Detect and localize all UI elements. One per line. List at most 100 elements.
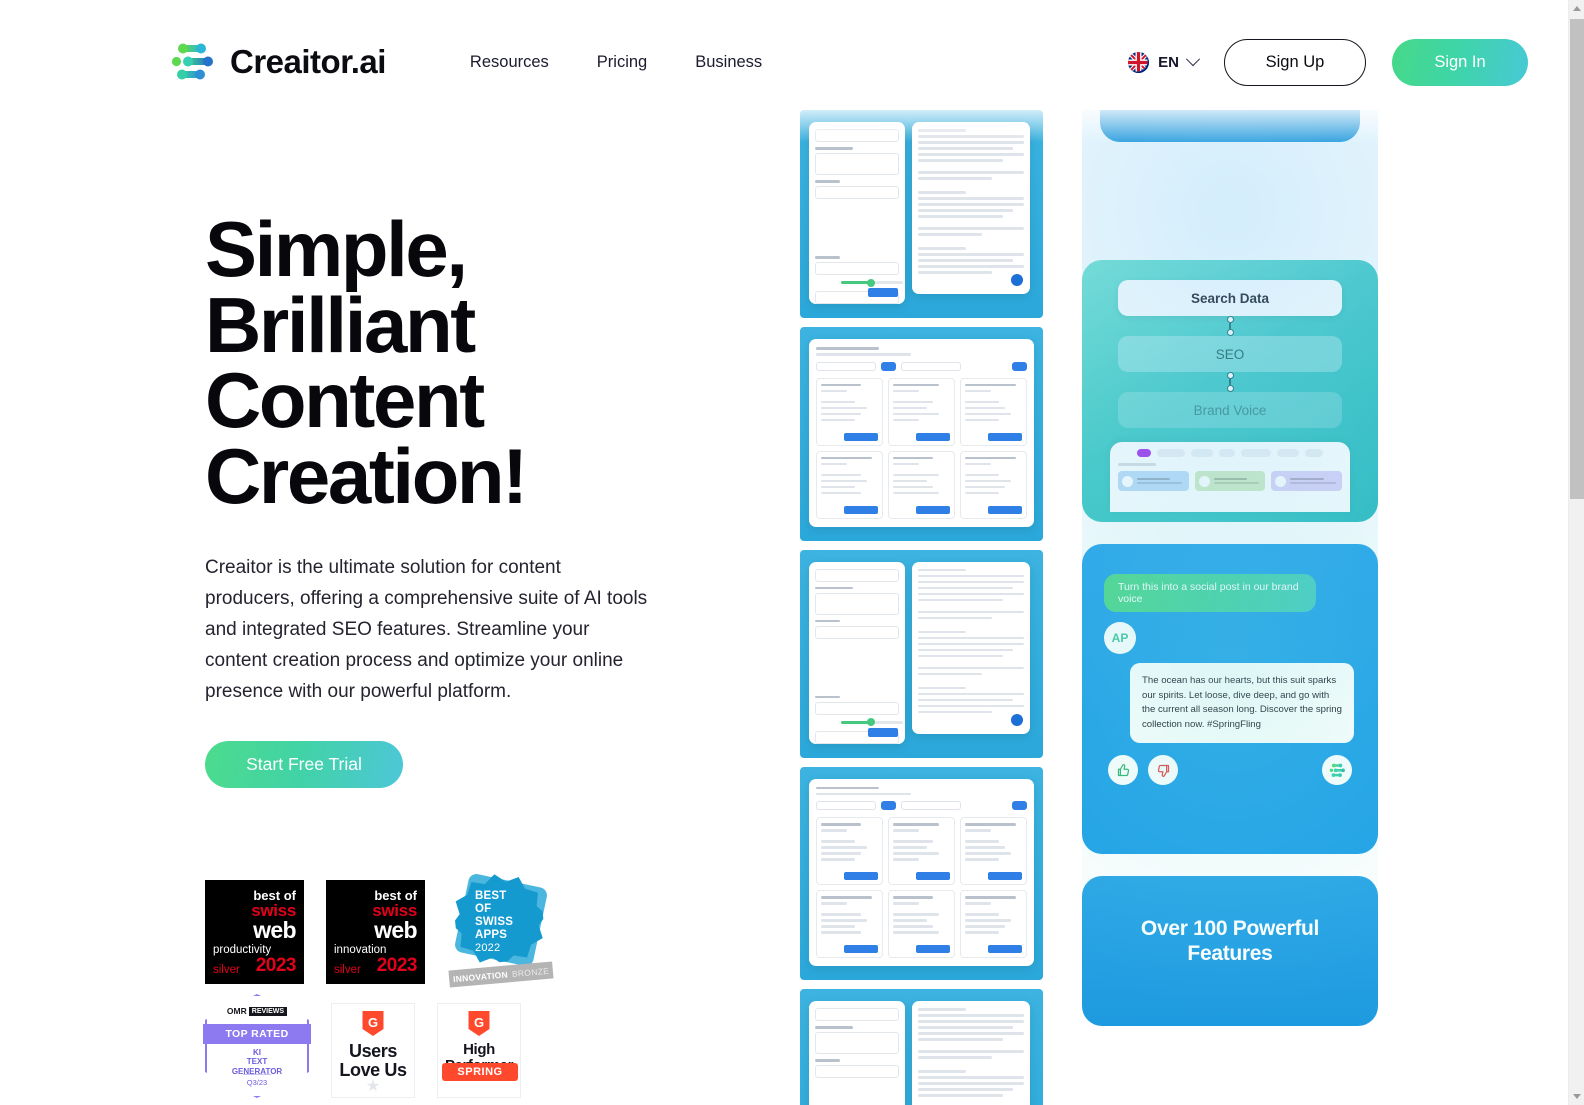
pipeline-step-seo: SEO [1118, 336, 1342, 372]
omr-brand-lockup: OMR REVIEWS [205, 1006, 309, 1016]
product-screenshot-column [800, 110, 1045, 1105]
omr-top-rated-banner: TOP RATED [203, 1024, 311, 1044]
thumbs-down-icon[interactable] [1148, 755, 1178, 786]
sign-up-button[interactable]: Sign Up [1224, 38, 1366, 86]
omr-category: KI TEXT GENERATOR [205, 1048, 309, 1076]
editor-settings-panel [809, 122, 905, 304]
product-screenshot-editor-1 [800, 110, 1043, 318]
chevron-down-icon [1185, 52, 1201, 67]
editor-document-panel [912, 1001, 1030, 1105]
award-web-label: web [374, 917, 418, 943]
editor-settings-panel [809, 561, 905, 744]
feature-card-seo-pipeline: Search Data SEO Brand Voice [1082, 260, 1378, 522]
headline-line-1: Simple, [205, 205, 468, 293]
g2-shield-icon: G [362, 1011, 384, 1036]
chat-prompt-text: Turn this into a social post in our bran… [1118, 581, 1299, 605]
header-actions: EN Sign Up Sign In [1128, 38, 1528, 86]
award-ribbon-main: INNOVATION [452, 968, 509, 984]
nav-item-business[interactable]: Business [695, 53, 762, 72]
page-title: Simple, Brilliant Content Creation! [205, 205, 725, 520]
page-scrollbar[interactable] [1568, 0, 1584, 1105]
language-label: EN [1158, 53, 1179, 71]
scroll-down-arrow-icon[interactable] [1569, 1088, 1584, 1105]
omr-category-line-2: TEXT [246, 1057, 268, 1067]
sign-in-button[interactable]: Sign In [1392, 38, 1528, 86]
chat-response-text: The ocean has our hearts, but this suit … [1142, 675, 1342, 730]
avatar: AP [1104, 622, 1136, 654]
omr-brand-label: OMR [226, 1006, 247, 1016]
award-web-label: web [253, 917, 297, 943]
award-omr-reviews-top-rated: OMR REVIEWS TOP RATED KI TEXT GENERATOR … [203, 994, 311, 1098]
feature-card-features-count: Over 100 Powerful Features [1082, 876, 1378, 1026]
award-best-of-swiss-apps: BEST OF SWISS APPS 2022 INNOVATION BRONZ… [447, 872, 554, 988]
pipeline-step-label: Search Data [1190, 290, 1270, 306]
pipeline-step-brand-voice: Brand Voice [1118, 392, 1342, 428]
award-line-4: APPS [475, 928, 508, 941]
hero-section: Simple, Brilliant Content Creation! Crea… [205, 205, 725, 789]
scroll-up-arrow-icon[interactable] [1569, 0, 1584, 17]
award-g2-high-performer: G High Performer SPRING [437, 1003, 521, 1098]
g2-title: Users Love Us [339, 1041, 407, 1080]
award-line-1: BEST [475, 890, 507, 902]
g2-shield-icon: G [468, 1011, 490, 1036]
category-tile-blue [1118, 471, 1189, 491]
omr-reviews-label: REVIEWS [248, 1006, 288, 1016]
awards-row-2: OMR REVIEWS TOP RATED KI TEXT GENERATOR … [203, 994, 551, 1098]
feature-card-title: Over 100 Powerful Features [1140, 917, 1320, 966]
g2-star-icon: ★ [365, 1078, 381, 1095]
feature-cards-column: Search Data SEO Brand Voice Turn this in… [1082, 110, 1378, 1105]
award-year: 2023 [376, 955, 418, 977]
award-rank: silver [334, 963, 361, 976]
nav-item-resources[interactable]: Resources [470, 53, 549, 72]
brand-logo[interactable]: Creaitor.ai [170, 39, 386, 85]
page-viewport: Creaitor.ai Resources Pricing Business E… [0, 0, 1568, 1105]
start-free-trial-button[interactable]: Start Free Trial [205, 741, 403, 789]
creaitor-node-logo-icon [170, 39, 216, 85]
category-tile-purple [1271, 471, 1343, 491]
award-ribbon: INNOVATION BRONZE [448, 961, 554, 988]
avatar-initials: AP [1111, 631, 1129, 645]
g2-mark-letter: G [367, 1014, 379, 1030]
category-panel [1110, 442, 1350, 512]
nav-item-pricing[interactable]: Pricing [597, 53, 647, 72]
pipeline-step-label: Brand Voice [1193, 402, 1267, 418]
scrollbar-thumb[interactable] [1570, 19, 1584, 499]
g2-season-label: SPRING [457, 1066, 503, 1078]
keyword-research-panel [809, 339, 1034, 527]
category-tabs [1118, 449, 1342, 457]
main-navigation: Resources Pricing Business [470, 53, 762, 72]
chat-prompt-bubble: Turn this into a social post in our bran… [1104, 574, 1316, 612]
pipeline-step-label: SEO [1215, 346, 1245, 362]
language-selector[interactable]: EN [1128, 51, 1201, 73]
headline-line-4: Creation! [205, 431, 528, 520]
headline-line-2: Brilliant [205, 280, 476, 369]
award-rank: silver [213, 963, 240, 976]
award-best-of-swiss-web-productivity: best of swiss web productivity silver 20… [205, 880, 304, 984]
pipeline-step-search-data: Search Data [1118, 280, 1342, 316]
g2-season-band: SPRING [442, 1063, 518, 1081]
editor-document-panel [912, 122, 1030, 294]
product-screenshot-keyword-grid-2 [800, 766, 1043, 980]
brand-name: Creaitor.ai [230, 43, 386, 80]
omr-divider [243, 1074, 271, 1075]
pipeline-connector [1100, 372, 1360, 392]
award-g2-users-love-us: G Users Love Us ★ [331, 1003, 415, 1098]
award-best-of-swiss-web-innovation: best of swiss web innovation silver 2023 [326, 880, 425, 984]
hero-paragraph: Creaitor is the ultimate solution for co… [205, 556, 648, 702]
g2-mark-letter: G [473, 1014, 485, 1030]
headline-line-3: Content [205, 356, 485, 445]
award-year: 2023 [255, 955, 297, 977]
thumbs-up-icon[interactable] [1108, 755, 1138, 786]
creaitor-node-logo-icon[interactable] [1322, 755, 1352, 786]
award-line-2: OF [475, 902, 492, 915]
editor-document-panel [912, 561, 1030, 734]
category-tile-green [1194, 471, 1266, 491]
omr-category-line-1: KI [253, 1048, 261, 1057]
pipeline-connector [1100, 316, 1360, 336]
feature-card-brand-voice-chat: Turn this into a social post in our bran… [1082, 544, 1378, 854]
omr-top-rated-label: TOP RATED [225, 1028, 289, 1040]
keyword-research-panel [809, 778, 1034, 966]
editor-settings-panel [809, 1001, 905, 1105]
awards-row-1: best of swiss web productivity silver 20… [205, 872, 554, 988]
omr-quarter: Q3/23 [246, 1078, 268, 1087]
